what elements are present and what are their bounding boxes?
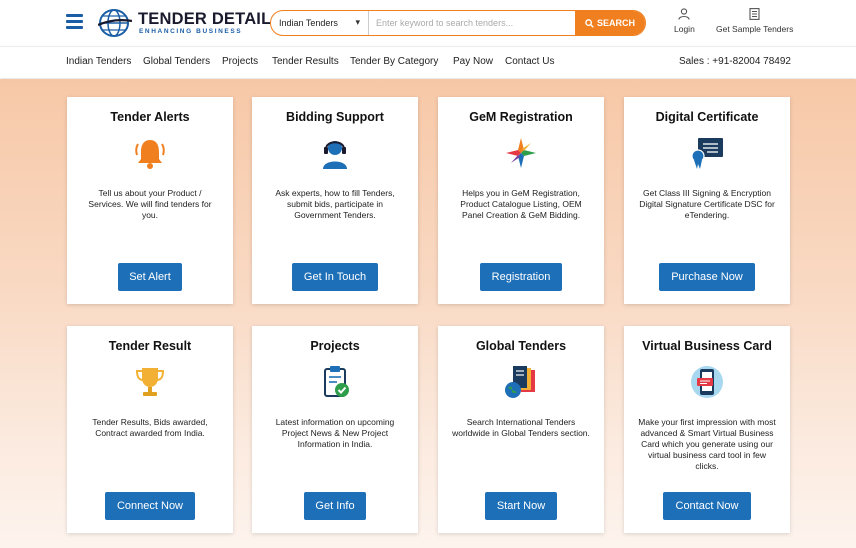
card-tender-alerts: Tender Alerts Tell us about your Product… (67, 97, 233, 304)
search-icon (585, 18, 594, 28)
nav-contact-us[interactable]: Contact Us (505, 56, 554, 67)
card-tender-result: Tender Result Tender Results, Bids award… (67, 326, 233, 533)
search-button-label: SEARCH (596, 18, 635, 28)
get-info-button[interactable]: Get Info (304, 492, 366, 520)
registration-button[interactable]: Registration (480, 263, 562, 291)
certificate-icon (691, 138, 723, 169)
hamburger-menu-icon[interactable] (66, 14, 83, 29)
card-title: Tender Result (108, 339, 192, 353)
global-documents-icon (505, 366, 535, 398)
card-description: Make your first impression with most adv… (638, 417, 776, 471)
nav-indian-tenders[interactable]: Indian Tenders (66, 56, 131, 67)
nav-global-tenders[interactable]: Global Tenders (143, 56, 210, 67)
nav-tender-by-category[interactable]: Tender By Category (350, 56, 438, 67)
card-title: Global Tenders (475, 339, 567, 353)
card-gem-registration: GeM Registration Helps you in GeM Regist… (438, 97, 604, 304)
card-projects: Projects Latest information on upcoming … (252, 326, 418, 533)
contact-now-button[interactable]: Contact Now (663, 492, 751, 520)
search-category-select[interactable]: Indian Tenders ▾ (271, 11, 369, 35)
card-description: Latest information on upcoming Project N… (275, 417, 395, 449)
card-description: Helps you in GeM Registration, Product C… (460, 188, 582, 220)
connect-now-button[interactable]: Connect Now (105, 492, 195, 520)
search-category-value: Indian Tenders (279, 18, 338, 28)
logo-title: TENDER DETAIL (138, 10, 272, 28)
clipboard-check-icon (324, 366, 349, 397)
trophy-icon (135, 368, 165, 396)
logo-tagline: ENHANCING BUSINESS (139, 28, 243, 35)
card-digital-certificate: Digital Certificate Get Class III Signin… (624, 97, 790, 304)
card-virtual-business-card: Virtual Business Card Make your first im… (624, 326, 790, 533)
search-bar: Indian Tenders ▾ SEARCH (270, 10, 646, 36)
nav-pay-now[interactable]: Pay Now (453, 56, 493, 67)
nav-projects[interactable]: Projects (222, 56, 258, 67)
card-bidding-support: Bidding Support Ask experts, how to fill… (252, 97, 418, 304)
chevron-down-icon: ▾ (355, 17, 360, 27)
card-description: Tender Results, Bids awarded, Contract a… (92, 417, 208, 438)
card-title: Virtual Business Card (642, 339, 772, 353)
search-button[interactable]: SEARCH (575, 11, 645, 35)
card-title: Tender Alerts (110, 110, 190, 124)
card-description: Ask experts, how to fill Tenders, submit… (275, 188, 395, 220)
card-description: Tell us about your Product / Services. W… (88, 188, 212, 220)
card-title: GeM Registration (469, 110, 573, 124)
set-alert-button[interactable]: Set Alert (118, 263, 182, 291)
top-header: TENDER DETAIL ENHANCING BUSINESS Indian … (0, 0, 856, 46)
services-section: Tender Alerts Tell us about your Product… (0, 79, 856, 548)
get-sample-tenders-link[interactable]: Get Sample Tenders (716, 8, 793, 34)
bell-icon (135, 140, 165, 169)
card-global-tenders: Global Tenders Search International Tend… (438, 326, 604, 533)
card-title: Projects (310, 339, 360, 353)
card-title: Bidding Support (286, 110, 384, 124)
purchase-now-button[interactable]: Purchase Now (659, 263, 755, 291)
document-icon (749, 8, 760, 20)
start-now-button[interactable]: Start Now (485, 492, 557, 520)
login-label: Login (674, 24, 695, 34)
main-nav: Indian Tenders Global Tenders Projects T… (0, 46, 856, 78)
mobile-card-icon (691, 366, 723, 398)
nav-tender-results[interactable]: Tender Results (272, 56, 339, 67)
card-title: Digital Certificate (655, 110, 759, 124)
get-in-touch-button[interactable]: Get In Touch (292, 263, 378, 291)
search-input[interactable] (370, 11, 576, 35)
logo[interactable]: TENDER DETAIL ENHANCING BUSINESS (98, 8, 271, 38)
login-link[interactable]: Login (674, 8, 695, 34)
user-icon (678, 8, 690, 20)
globe-logo-icon (98, 9, 132, 37)
get-sample-tenders-label: Get Sample Tenders (716, 24, 794, 34)
support-agent-icon (323, 141, 347, 169)
gem-logo-icon (506, 138, 536, 168)
card-description: Search International Tenders worldwide i… (452, 417, 590, 438)
card-description: Get Class III Signing & Encryption Digit… (639, 188, 775, 220)
sales-phone: Sales : +91-82004 78492 (678, 56, 791, 67)
